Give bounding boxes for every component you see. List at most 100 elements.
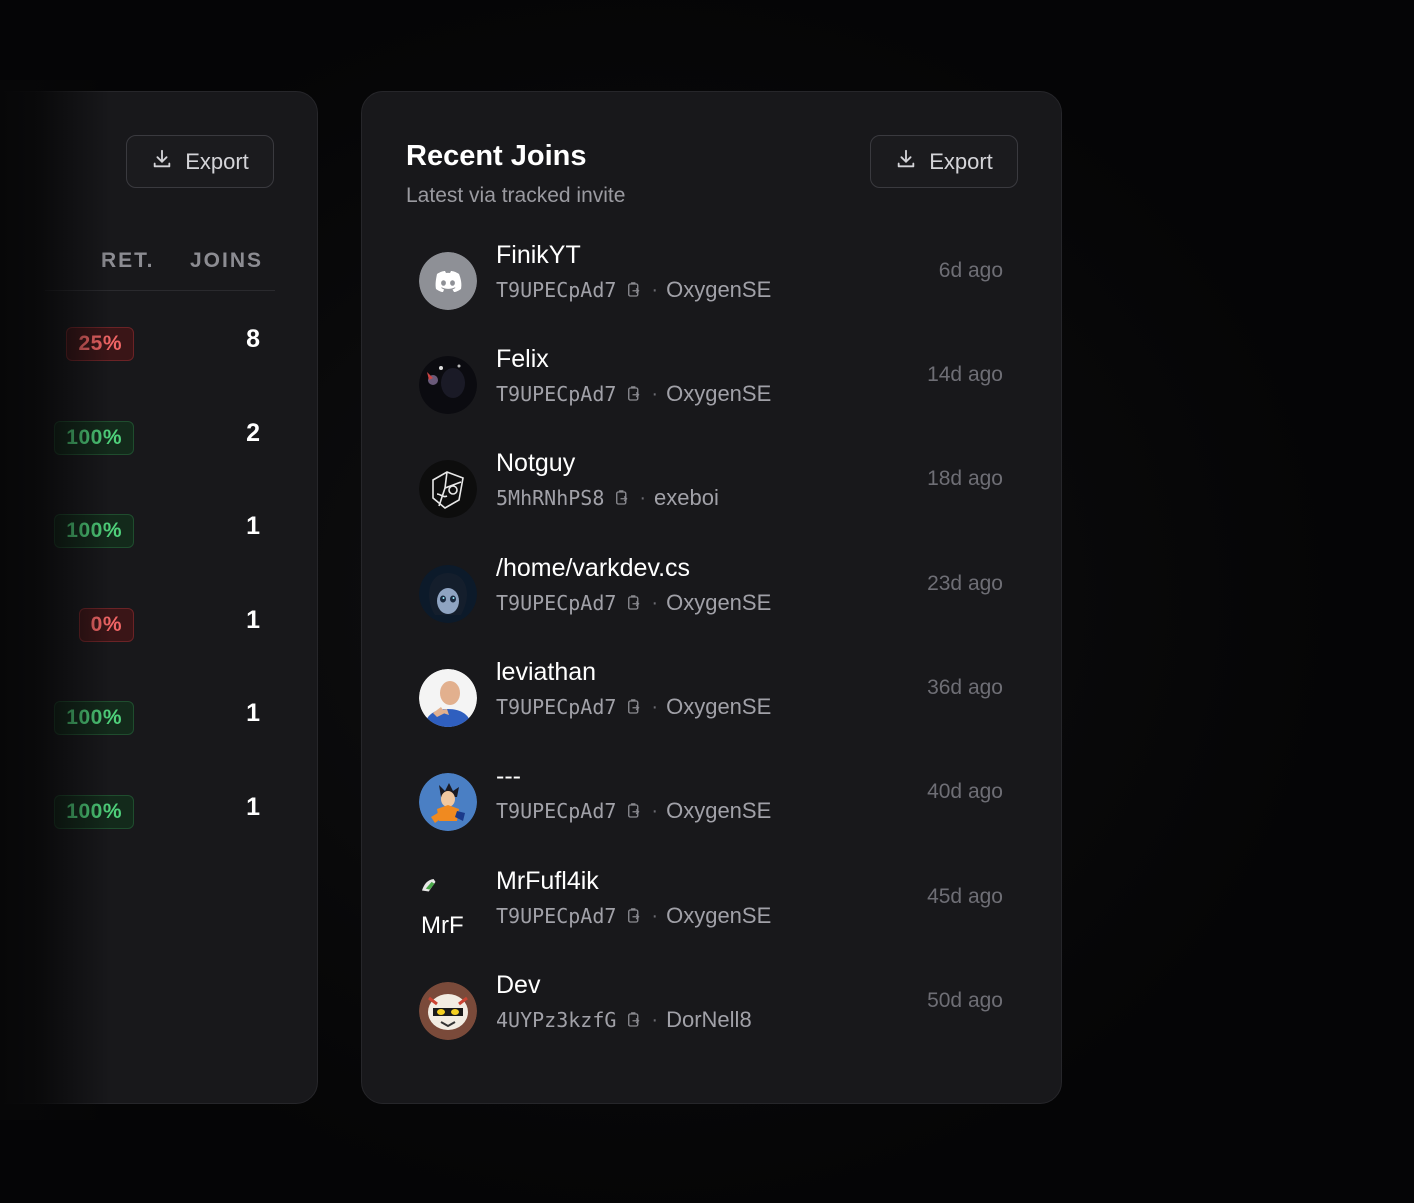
- download-icon: [151, 148, 173, 176]
- stats-card: [0, 91, 318, 1104]
- member-name: Dev: [496, 971, 541, 999]
- join-time: 40d ago: [927, 780, 1003, 803]
- header-divider: [45, 290, 275, 291]
- avatar: [419, 460, 477, 518]
- retention-badge: 100%: [54, 421, 134, 455]
- inviter-name: OxygenSE: [666, 903, 772, 928]
- stats-row: 100% 2: [0, 417, 300, 463]
- invite-code: T9UPECpAd7: [496, 799, 617, 823]
- member-name: ---: [496, 762, 521, 790]
- export-label: Export: [929, 148, 993, 174]
- copy-icon[interactable]: [625, 594, 643, 612]
- inviter-name: DorNell8: [666, 1007, 752, 1032]
- retention-badge: 25%: [66, 327, 134, 361]
- member-name: FinikYT: [496, 241, 581, 269]
- card-title: Recent Joins: [406, 140, 587, 172]
- separator: ·: [651, 1008, 659, 1031]
- joins-count: 1: [246, 699, 260, 727]
- retention-badge: 0%: [78, 608, 134, 642]
- join-meta: T9UPECpAd7 · OxygenSE: [496, 694, 771, 720]
- separator: ·: [639, 486, 647, 509]
- avatar: [419, 982, 477, 1040]
- join-row[interactable]: /home/varkdev.cs T9UPECpAd7 · OxygenSE 2…: [406, 552, 1016, 642]
- invite-code: T9UPECpAd7: [496, 382, 617, 406]
- stats-export-button[interactable]: Export: [126, 135, 274, 188]
- invite-code: T9UPECpAd7: [496, 695, 617, 719]
- avatar-alt-text: MrF: [421, 912, 464, 939]
- separator: ·: [651, 695, 659, 718]
- inviter-name: OxygenSE: [666, 590, 772, 615]
- copy-icon[interactable]: [625, 907, 643, 925]
- invite-code: 5MhRNhPS8: [496, 486, 605, 510]
- joins-count: 1: [246, 793, 260, 821]
- join-row[interactable]: Felix T9UPECpAd7 · OxygenSE 14d ago: [406, 343, 1016, 433]
- join-meta: 5MhRNhPS8 · exeboi: [496, 485, 719, 511]
- member-name: MrFufl4ik: [496, 867, 599, 895]
- join-time: 45d ago: [927, 885, 1003, 908]
- copy-icon[interactable]: [625, 1011, 643, 1029]
- separator: ·: [651, 382, 659, 405]
- join-meta: T9UPECpAd7 · OxygenSE: [496, 798, 771, 824]
- copy-icon[interactable]: [625, 802, 643, 820]
- copy-icon[interactable]: [625, 385, 643, 403]
- stats-row: 100% 1: [0, 697, 300, 743]
- join-row[interactable]: FinikYT T9UPECpAd7 · OxygenSE 6d ago: [406, 239, 1016, 329]
- invite-code: T9UPECpAd7: [496, 904, 617, 928]
- join-time: 23d ago: [927, 572, 1003, 595]
- join-row[interactable]: --- T9UPECpAd7 · OxygenSE 40d ago: [406, 760, 1016, 850]
- member-name: leviathan: [496, 658, 597, 686]
- invite-code: T9UPECpAd7: [496, 278, 617, 302]
- separator: ·: [651, 904, 659, 927]
- inviter-name: OxygenSE: [666, 277, 772, 302]
- member-name: /home/varkdev.cs: [496, 554, 691, 582]
- avatar: [419, 669, 477, 727]
- retention-badge: 100%: [54, 701, 134, 735]
- join-row[interactable]: Notguy 5MhRNhPS8 · exeboi 18d ago: [406, 447, 1016, 537]
- invite-code: 4UYPz3kzfG: [496, 1008, 617, 1032]
- retention-badge: 100%: [54, 514, 134, 548]
- retention-badge: 100%: [54, 795, 134, 829]
- join-time: 36d ago: [927, 676, 1003, 699]
- stats-row: 100% 1: [0, 510, 300, 556]
- copy-icon[interactable]: [613, 489, 631, 507]
- copy-icon[interactable]: [625, 281, 643, 299]
- invite-code: T9UPECpAd7: [496, 591, 617, 615]
- avatar: [419, 356, 477, 414]
- join-meta: T9UPECpAd7 · OxygenSE: [496, 903, 771, 929]
- joins-count: 1: [246, 512, 260, 540]
- member-name: Notguy: [496, 449, 576, 477]
- copy-icon[interactable]: [625, 698, 643, 716]
- avatar: MrF: [419, 878, 477, 939]
- separator: ·: [651, 591, 659, 614]
- avatar: [419, 773, 477, 831]
- join-meta: T9UPECpAd7 · OxygenSE: [496, 381, 771, 407]
- column-header-retention: RET.: [101, 249, 155, 272]
- join-row[interactable]: MrF MrFufl4ik T9UPECpAd7 · OxygenSE 45d …: [406, 865, 1016, 955]
- stats-row: 100% 1: [0, 791, 300, 837]
- download-icon: [895, 148, 917, 176]
- join-meta: 4UYPz3kzfG · DorNell8: [496, 1007, 752, 1033]
- inviter-name: exeboi: [654, 485, 719, 510]
- join-time: 50d ago: [927, 989, 1003, 1012]
- card-subtitle: Latest via tracked invite: [406, 184, 626, 207]
- joins-count: 8: [246, 325, 260, 353]
- avatar: [419, 565, 477, 623]
- separator: ·: [651, 799, 659, 822]
- join-time: 18d ago: [927, 467, 1003, 490]
- joins-count: 2: [246, 419, 260, 447]
- join-meta: T9UPECpAd7 · OxygenSE: [496, 590, 771, 616]
- stats-row: 25% 8: [0, 323, 300, 369]
- stats-row: 0% 1: [0, 604, 300, 650]
- separator: ·: [651, 278, 659, 301]
- avatar: [419, 252, 477, 310]
- join-time: 14d ago: [927, 363, 1003, 386]
- join-row[interactable]: leviathan T9UPECpAd7 · OxygenSE 36d ago: [406, 656, 1016, 746]
- inviter-name: OxygenSE: [666, 381, 772, 406]
- join-meta: T9UPECpAd7 · OxygenSE: [496, 277, 771, 303]
- recent-joins-export-button[interactable]: Export: [870, 135, 1018, 188]
- inviter-name: OxygenSE: [666, 694, 772, 719]
- join-row[interactable]: Dev 4UYPz3kzfG · DorNell8 50d ago: [406, 969, 1016, 1059]
- joins-count: 1: [246, 606, 260, 634]
- inviter-name: OxygenSE: [666, 798, 772, 823]
- export-label: Export: [185, 148, 249, 174]
